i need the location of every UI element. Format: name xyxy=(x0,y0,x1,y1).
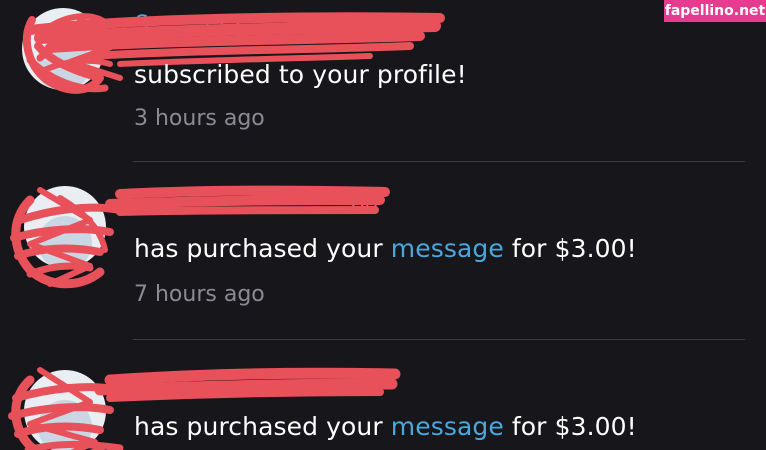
watermark-badge: fapellino.net xyxy=(664,0,766,22)
notification-time: 7 hours ago xyxy=(134,282,265,307)
notification-message: has purchased your message for $3.00! xyxy=(134,234,637,263)
message-link[interactable]: message xyxy=(391,412,504,441)
avatar[interactable] xyxy=(24,186,106,268)
notifications-screen: S… …173 subscribed to your profile! 3 ho… xyxy=(0,0,766,450)
notification-message: has purchased your message for $3.00! xyxy=(134,412,637,441)
message-link[interactable]: message xyxy=(391,234,504,263)
notification-message: subscribed to your profile! xyxy=(134,60,467,89)
notification-item[interactable]: S… …173 subscribed to your profile! 3 ho… xyxy=(0,0,766,162)
notification-item[interactable]: has purchased your message for $3.00! xyxy=(0,340,766,450)
username-link[interactable]: S… …173 xyxy=(135,12,242,37)
notification-time: 3 hours ago xyxy=(134,106,265,131)
avatar[interactable] xyxy=(24,370,106,450)
username-link[interactable]: … …ou xyxy=(300,192,378,217)
notification-item[interactable]: … …ou has purchased your message for $3.… xyxy=(0,162,766,340)
avatar[interactable] xyxy=(22,8,104,90)
